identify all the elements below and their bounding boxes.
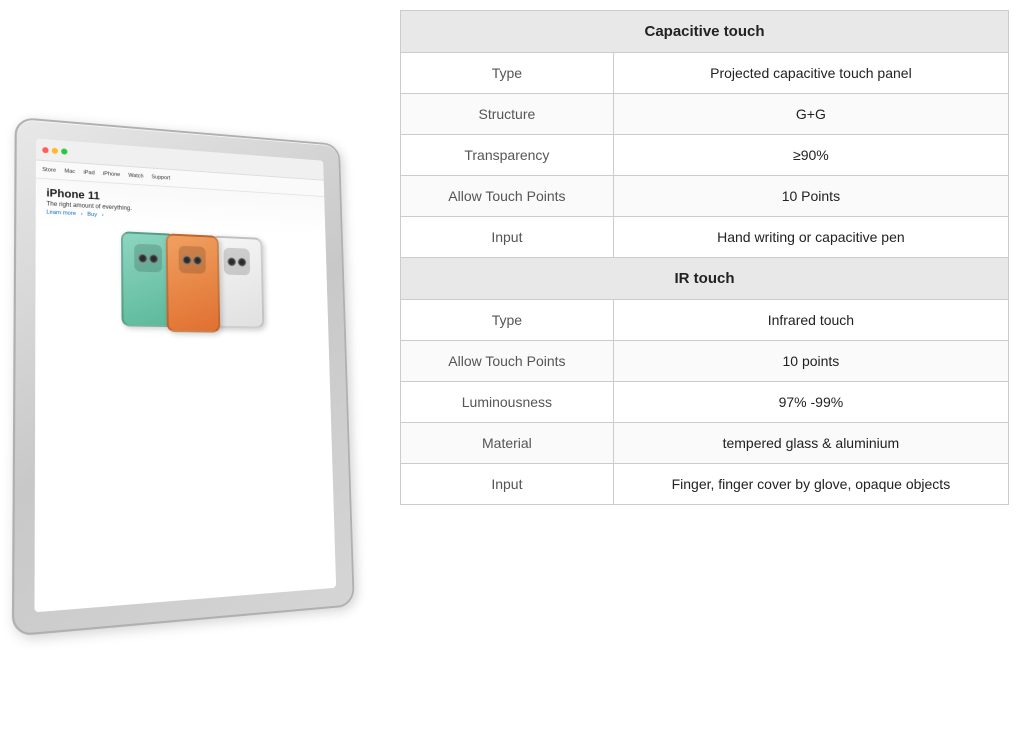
camera-lens [238, 257, 247, 266]
table-row: Allow Touch Points 10 Points [401, 176, 1009, 217]
screen-content: Store Mac iPad iPhone Watch Support iPho… [34, 138, 336, 612]
camera-bump [223, 248, 250, 276]
ir-body: Type Infrared touch Allow Touch Points 1… [401, 300, 1009, 505]
table-row: Luminousness 97% -99% [401, 382, 1009, 423]
device-image: Store Mac iPad iPhone Watch Support iPho… [5, 29, 375, 709]
label-cell: Transparency [401, 135, 614, 176]
camera-lens [138, 253, 147, 262]
value-cell: G+G [613, 94, 1008, 135]
label-cell: Structure [401, 94, 614, 135]
value-cell: Projected capacitive touch panel [613, 53, 1008, 94]
label-cell: Input [401, 464, 614, 505]
table-row: Material tempered glass & aluminium [401, 423, 1009, 464]
label-cell: Input [401, 217, 614, 258]
value-cell: ≥90% [613, 135, 1008, 176]
value-cell: 10 Points [613, 176, 1008, 217]
label-cell: Type [401, 300, 614, 341]
specs-table: Capacitive touch Type Projected capaciti… [400, 10, 1009, 505]
nav-item: iPad [84, 169, 95, 176]
label-cell: Allow Touch Points [401, 341, 614, 382]
device-image-panel: Store Mac iPad iPhone Watch Support iPho… [0, 0, 380, 738]
camera-bump [179, 246, 206, 274]
value-cell: Hand writing or capacitive pen [613, 217, 1008, 258]
capacitive-section-header: Capacitive touch [401, 11, 1009, 53]
camera-lens [149, 254, 158, 263]
camera-lens [227, 257, 236, 266]
ir-section-header: IR touch [401, 258, 1009, 300]
capacitive-body: Type Projected capacitive touch panel St… [401, 53, 1009, 258]
nav-item: Mac [64, 168, 75, 175]
label-cell: Allow Touch Points [401, 176, 614, 217]
capacitive-section-header-row: Capacitive touch [401, 11, 1009, 53]
camera-bump [134, 244, 162, 273]
expand-dot [61, 148, 67, 154]
table-row: Allow Touch Points 10 points [401, 341, 1009, 382]
nav-item: iPhone [103, 171, 120, 178]
label-cell: Luminousness [401, 382, 614, 423]
value-cell: 10 points [613, 341, 1008, 382]
camera-lens [183, 255, 192, 264]
phone-orange [165, 233, 220, 332]
table-row: Input Finger, finger cover by glove, opa… [401, 464, 1009, 505]
close-dot [42, 146, 48, 152]
learn-more-link: Learn more [46, 209, 76, 217]
nav-item: Watch [128, 172, 143, 179]
nav-item: Support [151, 174, 170, 181]
value-cell: tempered glass & aluminium [613, 423, 1008, 464]
ir-section-header-row: IR touch [401, 258, 1009, 300]
buy-link: Buy [87, 212, 97, 218]
nav-item: Store [42, 166, 56, 173]
monitor-frame: Store Mac iPad iPhone Watch Support iPho… [12, 117, 355, 637]
value-cell: 97% -99% [613, 382, 1008, 423]
value-cell: Finger, finger cover by glove, opaque ob… [613, 464, 1008, 505]
label-cell: Type [401, 53, 614, 94]
camera-lens [193, 255, 202, 264]
table-row: Input Hand writing or capacitive pen [401, 217, 1009, 258]
minimize-dot [52, 147, 58, 153]
phones-area [35, 223, 328, 334]
label-cell: Material [401, 423, 614, 464]
table-row: Type Projected capacitive touch panel [401, 53, 1009, 94]
monitor-inner: Store Mac iPad iPhone Watch Support iPho… [34, 138, 336, 612]
specs-panel: Capacitive touch Type Projected capaciti… [380, 0, 1029, 738]
value-cell: Infrared touch [613, 300, 1008, 341]
table-row: Structure G+G [401, 94, 1009, 135]
table-row: Type Infrared touch [401, 300, 1009, 341]
table-row: Transparency ≥90% [401, 135, 1009, 176]
